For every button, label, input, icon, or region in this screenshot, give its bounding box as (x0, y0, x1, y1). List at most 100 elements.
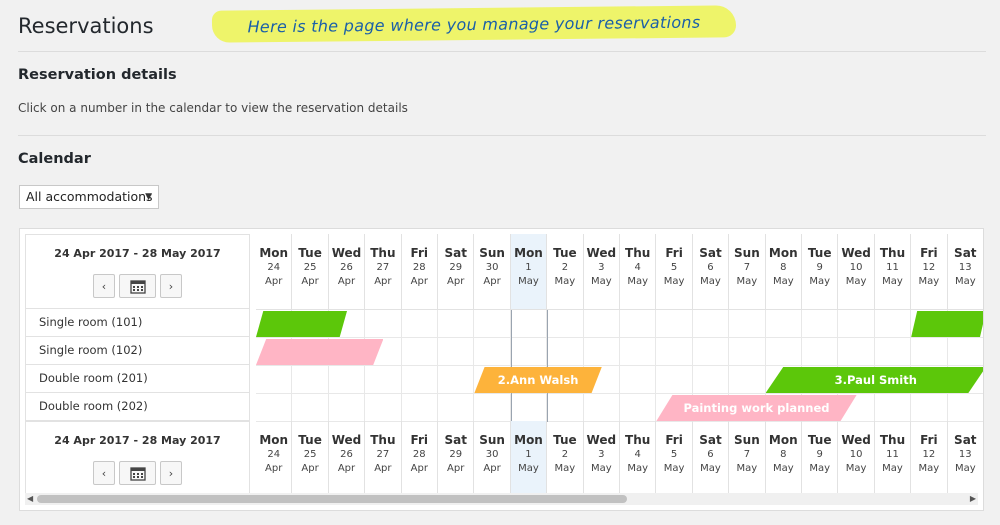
day-header-cell: Wed 3 May (584, 234, 620, 309)
calendar-cell[interactable] (838, 338, 875, 365)
month-label: May (518, 276, 539, 287)
day-number: 11 (886, 262, 899, 273)
calendar-cell[interactable] (438, 338, 475, 365)
accommodation-select[interactable]: All accommodations ▼ (19, 185, 159, 209)
calendar-cell[interactable] (365, 394, 402, 421)
weekday-label: Wed (586, 246, 617, 260)
reservation-bar[interactable] (911, 311, 983, 337)
calendar-cell[interactable] (511, 310, 548, 337)
day-header-cell: Wed 10 May (838, 234, 875, 309)
calendar-cell[interactable] (766, 338, 802, 365)
calendar-cell[interactable] (474, 310, 511, 337)
calendar-cell[interactable] (329, 394, 366, 421)
prev-button[interactable]: ‹ (93, 461, 115, 485)
day-header-cell: Mon 1 May (510, 421, 548, 496)
calendar-cell[interactable] (474, 394, 511, 421)
date-picker-button[interactable] (119, 461, 156, 485)
day-number: 12 (922, 262, 936, 273)
calendar-cell[interactable] (292, 394, 329, 421)
calendar-cell[interactable] (402, 338, 438, 365)
calendar-cell[interactable] (693, 310, 730, 337)
chevron-left-icon: ‹ (101, 279, 107, 293)
calendar-cell[interactable] (620, 338, 657, 365)
next-button[interactable]: › (160, 461, 182, 485)
calendar-cell[interactable] (511, 394, 548, 421)
calendar-cell[interactable] (875, 310, 912, 337)
day-number: 8 (780, 449, 787, 460)
calendar-cell[interactable] (766, 310, 802, 337)
calendar-cell[interactable] (292, 366, 329, 393)
calendar-cell[interactable] (329, 366, 366, 393)
scroll-left-icon[interactable]: ◀ (27, 493, 33, 505)
weekday-label: Fri (665, 433, 683, 447)
date-picker-button[interactable] (119, 274, 156, 298)
calendar-cell[interactable] (875, 394, 912, 421)
month-label: May (954, 276, 976, 287)
calendar-cell[interactable] (802, 338, 839, 365)
calendar-cell[interactable] (474, 338, 511, 365)
calendar-cell[interactable] (547, 394, 584, 421)
weekday-label: Mon (514, 433, 543, 447)
today-line (510, 310, 512, 422)
reservation-bar[interactable] (256, 339, 384, 365)
calendar-cell[interactable] (875, 338, 912, 365)
day-number: 25 (303, 262, 317, 273)
weekday-label: Wed (331, 246, 362, 260)
horizontal-scrollbar[interactable]: ◀ ▶ (25, 493, 978, 505)
calendar-cell[interactable] (656, 366, 693, 393)
reservation-bar[interactable]: 2.Ann Walsh (474, 367, 602, 393)
weekday-label: Wed (331, 433, 362, 447)
calendar-cell[interactable] (620, 366, 657, 393)
calendar-cell[interactable] (438, 310, 475, 337)
calendar-cell[interactable] (584, 338, 620, 365)
day-header-cell: Sat 6 May (693, 234, 730, 309)
day-header-cell: Sun 30 Apr (474, 234, 511, 309)
calendar-cell[interactable] (438, 394, 475, 421)
calendar-cell[interactable] (693, 338, 730, 365)
next-button[interactable]: › (160, 274, 182, 298)
calendar-cell[interactable] (547, 338, 584, 365)
reservation-bar[interactable] (256, 311, 347, 337)
calendar-cell[interactable] (656, 338, 693, 365)
calendar-cell[interactable] (365, 310, 402, 337)
calendar-cell[interactable] (948, 394, 983, 421)
calendar-cell[interactable] (838, 310, 875, 337)
calendar-cell[interactable] (693, 366, 730, 393)
calendar-cell[interactable] (729, 310, 766, 337)
calendar-cell[interactable] (402, 366, 438, 393)
scrollbar-thumb[interactable] (37, 495, 627, 503)
calendar-cell[interactable] (402, 310, 438, 337)
calendar-cell[interactable] (511, 338, 548, 365)
calendar-cell[interactable] (256, 394, 293, 421)
day-header-cell: Sat 29 Apr (438, 234, 475, 309)
calendar-cell[interactable] (911, 394, 948, 421)
month-label: Apr (447, 276, 465, 287)
weekday-label: Sun (734, 246, 760, 260)
calendar-cell[interactable] (802, 310, 839, 337)
reservation-bar[interactable]: Painting work planned (656, 395, 857, 421)
scroll-right-icon[interactable]: ▶ (970, 493, 976, 505)
weekday-label: Wed (586, 433, 617, 447)
calendar-cell[interactable] (948, 338, 983, 365)
calendar-cell[interactable] (620, 310, 657, 337)
day-header-cell: Fri 12 May (911, 234, 948, 309)
calendar-cell[interactable] (584, 394, 620, 421)
day-header-cell: Sun 30 Apr (474, 421, 511, 496)
month-label: May (845, 276, 867, 287)
calendar-cell[interactable] (656, 310, 693, 337)
room-label: Single room (101) (25, 309, 250, 337)
calendar-cell[interactable] (911, 338, 948, 365)
calendar-cell[interactable] (584, 310, 620, 337)
prev-button[interactable]: ‹ (93, 274, 115, 298)
weekday-label: Mon (768, 433, 798, 447)
calendar-cell[interactable] (402, 394, 438, 421)
calendar-cell[interactable] (365, 366, 402, 393)
reservation-bar[interactable]: 3.Paul Smith (765, 367, 983, 393)
calendar-cell[interactable] (547, 310, 584, 337)
calendar-cell[interactable] (729, 338, 766, 365)
calendar-cell[interactable] (729, 366, 766, 393)
calendar-cell[interactable] (438, 366, 475, 393)
calendar-cell[interactable] (620, 394, 657, 421)
calendar-cell[interactable] (256, 366, 293, 393)
day-header-cell: Mon 8 May (766, 234, 802, 309)
